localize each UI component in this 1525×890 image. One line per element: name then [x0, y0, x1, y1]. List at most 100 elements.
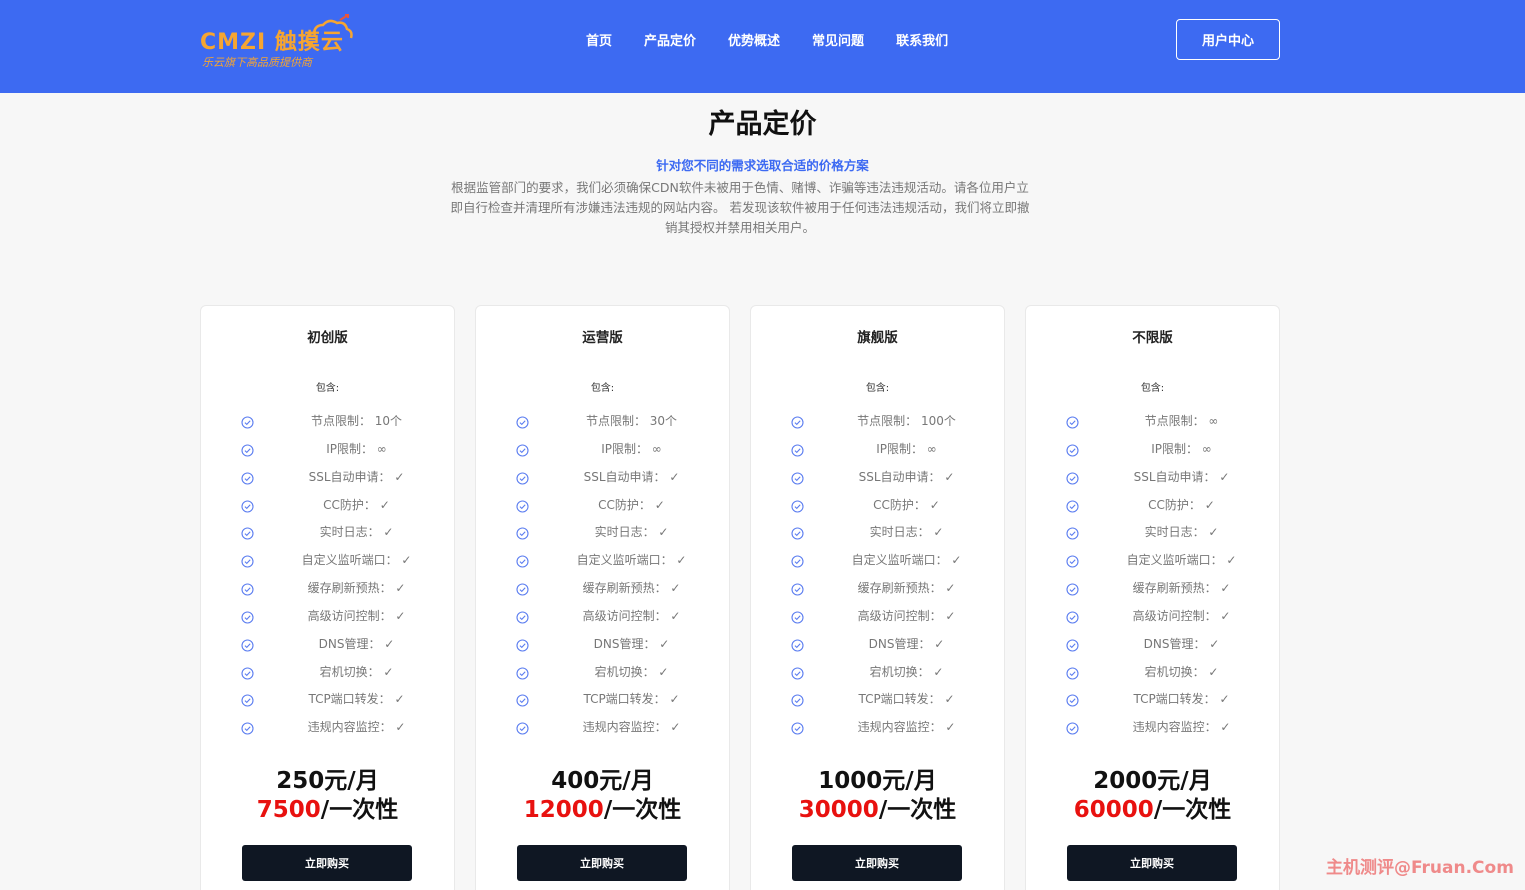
plan-feature: 实时日志： ✓: [201, 518, 454, 546]
check-circle-icon: [516, 637, 529, 652]
buy-now-button[interactable]: 立即购买: [242, 845, 412, 881]
check-circle-icon: [1066, 498, 1079, 513]
plan-feature-list: 节点限制： 100个 IP限制： ∞ SSL自动申请： ✓ CC防护： ✓ 实时日志： …: [751, 407, 1004, 741]
plan-feature-text: IP限制： ∞: [1151, 441, 1212, 456]
check-circle-icon: [1066, 637, 1079, 652]
plan-feature: 自定义监听端口： ✓: [476, 546, 729, 574]
check-circle-icon: [516, 720, 529, 735]
plan-feature-text: 自定义监听端口： ✓: [1126, 553, 1237, 568]
check-circle-icon: [791, 637, 804, 652]
plan-feature: CC防护： ✓: [1026, 491, 1279, 519]
check-circle-icon: [1066, 442, 1079, 457]
plan-feature-text: 自定义监听端口： ✓: [576, 553, 687, 568]
nav-home[interactable]: 首页: [586, 30, 612, 49]
plan-feature-text: 缓存刷新预热： ✓: [1132, 581, 1231, 596]
plan-feature-text: 自定义监听端口： ✓: [851, 553, 962, 568]
check-circle-icon: [1066, 692, 1079, 707]
plan-price-onetime-suffix: /一次性: [878, 797, 957, 823]
plan-feature-text: TCP端口转发： ✓: [858, 692, 955, 707]
plan-feature: 节点限制： 10个: [201, 407, 454, 435]
check-circle-icon: [241, 581, 254, 596]
plan-feature-text: 节点限制： 100个: [857, 414, 956, 428]
plan-feature-text: TCP端口转发： ✓: [308, 692, 405, 707]
check-circle-icon: [241, 637, 254, 652]
plan-name: 初创版: [307, 330, 348, 346]
check-circle-icon: [1066, 720, 1079, 735]
plan-feature: CC防护： ✓: [201, 491, 454, 519]
check-circle-icon: [791, 581, 804, 596]
plan-feature: 宕机切换： ✓: [1026, 658, 1279, 686]
nav-faq[interactable]: 常见问题: [812, 30, 864, 49]
plan-feature: 宕机切换： ✓: [476, 658, 729, 686]
plan-feature-text: 宕机切换： ✓: [869, 664, 944, 679]
plan-feature: 缓存刷新预热： ✓: [751, 574, 1004, 602]
check-circle-icon: [516, 414, 529, 429]
user-center-button[interactable]: 用户中心: [1176, 19, 1280, 60]
check-circle-icon: [241, 692, 254, 707]
plan-price-onetime-suffix: /一次性: [1153, 797, 1232, 823]
plan-feature-text: 违规内容监控： ✓: [857, 720, 956, 735]
plan-price-onetime: 12000/一次性: [476, 790, 729, 824]
check-circle-icon: [516, 525, 529, 540]
plan-feature-text: 节点限制： ∞: [1144, 414, 1219, 428]
plan-card-unlimited: 不限版 包含: 节点限制： ∞ IP限制： ∞ SSL自动申请： ✓ CC防护： ✓ 实时日…: [1025, 305, 1280, 890]
plan-feature: SSL自动申请： ✓: [201, 463, 454, 491]
plan-feature-text: 高级访问控制： ✓: [1132, 608, 1231, 623]
check-circle-icon: [791, 553, 804, 568]
check-circle-icon: [516, 665, 529, 680]
plan-feature: 高级访问控制： ✓: [1026, 602, 1279, 630]
plan-feature: 缓存刷新预热： ✓: [476, 574, 729, 602]
plan-feature: 实时日志： ✓: [476, 518, 729, 546]
plan-feature: DNS管理： ✓: [751, 630, 1004, 658]
buy-now-button[interactable]: 立即购买: [517, 845, 687, 881]
check-circle-icon: [516, 470, 529, 485]
plan-price-onetime: 30000/一次性: [751, 790, 1004, 824]
check-circle-icon: [791, 720, 804, 735]
check-circle-icon: [1066, 525, 1079, 540]
check-circle-icon: [791, 442, 804, 457]
plan-feature-text: CC防护： ✓: [598, 497, 665, 512]
plan-feature-text: SSL自动申请： ✓: [858, 469, 955, 484]
check-circle-icon: [791, 525, 804, 540]
plan-feature-text: 高级访问控制： ✓: [857, 608, 956, 623]
nav-pricing[interactable]: 产品定价: [644, 30, 696, 49]
plan-feature: 自定义监听端口： ✓: [1026, 546, 1279, 574]
check-circle-icon: [791, 665, 804, 680]
buy-now-button[interactable]: 立即购买: [1067, 845, 1237, 881]
check-circle-icon: [1066, 609, 1079, 624]
plan-price-onetime-amount: 60000: [1073, 797, 1154, 823]
plan-name: 运营版: [582, 330, 623, 346]
check-circle-icon: [791, 609, 804, 624]
plan-feature-text: 违规内容监控： ✓: [307, 720, 406, 735]
plan-feature: SSL自动申请： ✓: [476, 463, 729, 491]
plan-feature: 高级访问控制： ✓: [476, 602, 729, 630]
check-circle-icon: [241, 720, 254, 735]
nav-contact[interactable]: 联系我们: [896, 30, 948, 49]
plan-price-onetime: 7500/一次性: [201, 790, 454, 824]
plan-feature-text: SSL自动申请： ✓: [1133, 469, 1230, 484]
plan-feature-text: CC防护： ✓: [1148, 497, 1215, 512]
check-circle-icon: [516, 609, 529, 624]
plan-feature-text: 实时日志： ✓: [594, 525, 669, 540]
plan-feature-text: CC防护： ✓: [873, 497, 940, 512]
plan-feature-text: DNS管理： ✓: [1143, 636, 1220, 651]
check-circle-icon: [241, 553, 254, 568]
plan-feature-text: DNS管理： ✓: [868, 636, 945, 651]
nav-advantages[interactable]: 优势概述: [728, 30, 780, 49]
plan-feature: TCP端口转发： ✓: [476, 685, 729, 713]
plan-feature: IP限制： ∞: [201, 435, 454, 463]
plan-feature-text: 违规内容监控： ✓: [1132, 720, 1231, 735]
check-circle-icon: [516, 498, 529, 513]
plan-feature: 节点限制： ∞: [1026, 407, 1279, 435]
plan-card-flagship: 旗舰版 包含: 节点限制： 100个 IP限制： ∞ SSL自动申请： ✓ CC防护： ✓…: [750, 305, 1005, 890]
plan-feature-text: 自定义监听端口： ✓: [301, 553, 412, 568]
plan-feature: DNS管理： ✓: [201, 630, 454, 658]
plan-feature-text: IP限制： ∞: [326, 441, 387, 456]
plan-feature: CC防护： ✓: [751, 491, 1004, 519]
plan-feature: 实时日志： ✓: [1026, 518, 1279, 546]
plan-feature-text: 实时日志： ✓: [319, 525, 394, 540]
plan-feature-text: TCP端口转发： ✓: [583, 692, 680, 707]
buy-now-button[interactable]: 立即购买: [792, 845, 962, 881]
check-circle-icon: [791, 414, 804, 429]
brand-logo[interactable]: CMZI 触摸云 乐云旗下高品质提供商: [200, 14, 360, 70]
